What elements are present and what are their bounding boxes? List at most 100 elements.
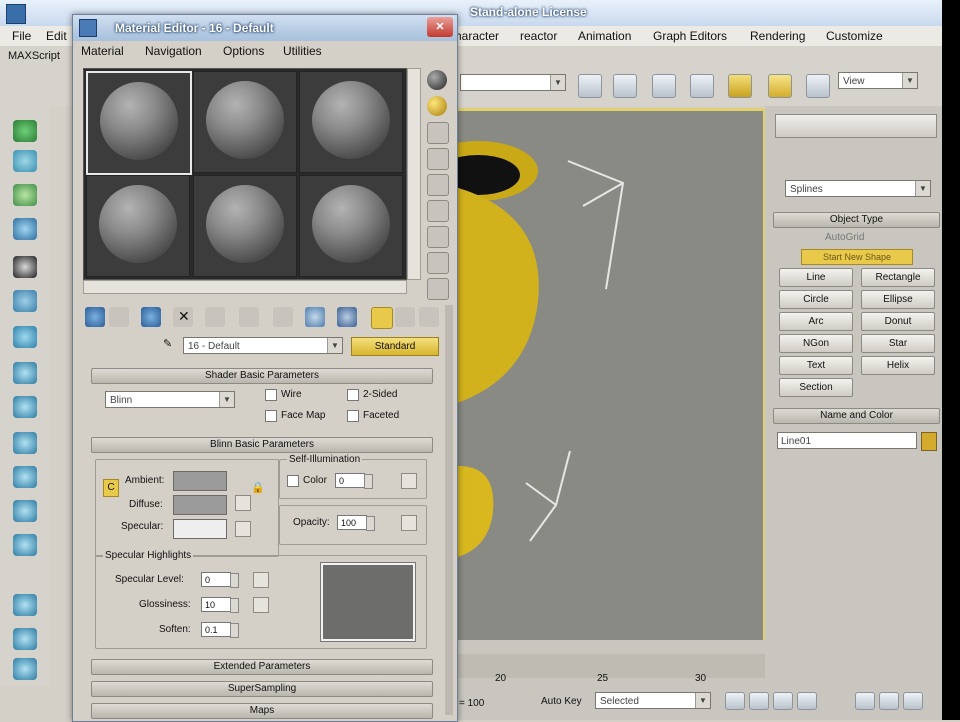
tool-icon-16[interactable] — [13, 658, 37, 680]
assign-material-icon[interactable] — [141, 307, 161, 327]
show-end-result-icon[interactable] — [337, 307, 357, 327]
shader-type-dropdown[interactable]: Blinn ▼ — [105, 391, 235, 408]
lock-icon[interactable]: 🔒 — [251, 481, 267, 497]
diffuse-color-swatch[interactable] — [173, 495, 227, 515]
spline-shape-2[interactable] — [525, 450, 571, 507]
mirror-icon[interactable] — [652, 74, 676, 98]
eyedropper-icon[interactable]: ✎ — [163, 337, 179, 353]
align-icon[interactable] — [690, 74, 714, 98]
shapes-icon[interactable] — [13, 150, 37, 172]
self-illumination-map-button[interactable] — [401, 473, 417, 489]
blinn-basic-rollout[interactable]: Blinn Basic Parameters — [91, 437, 433, 453]
menu-graph-editors[interactable]: Graph Editors — [653, 29, 727, 43]
prev-frame-icon[interactable] — [749, 692, 769, 710]
sample-slot-4[interactable] — [86, 175, 190, 277]
create-geometry-icon[interactable] — [13, 120, 37, 142]
self-illumination-spinner[interactable]: 0 — [335, 473, 373, 489]
video-color-check-icon[interactable] — [427, 174, 449, 196]
sample-slot-5[interactable] — [193, 175, 297, 277]
glossiness-spinner[interactable]: 10 — [201, 597, 239, 613]
object-name-field[interactable]: Line01 — [777, 432, 917, 449]
material-navigator-icon[interactable] — [427, 278, 449, 300]
sample-slot-2[interactable] — [193, 71, 297, 173]
make-preview-icon[interactable] — [427, 200, 449, 222]
snap-toggle-icon[interactable] — [613, 74, 637, 98]
next-frame-icon[interactable] — [797, 692, 817, 710]
object-type-rollout[interactable]: Object Type — [773, 212, 940, 228]
menu-customize[interactable]: Customize — [826, 29, 883, 43]
material-editor-scrollbar[interactable] — [445, 305, 453, 715]
tool-icon-12[interactable] — [13, 500, 37, 522]
opacity-map-button[interactable] — [401, 515, 417, 531]
menu-character[interactable]: haracter — [455, 29, 499, 43]
close-icon[interactable]: ✕ — [427, 17, 453, 37]
maxscript-label[interactable]: MAXScript — [8, 50, 60, 62]
selection-set-dropdown[interactable]: ▼ — [460, 74, 566, 91]
me-menu-utilities[interactable]: Utilities — [283, 44, 322, 58]
sample-slot-3[interactable] — [299, 71, 403, 173]
go-forward-to-sibling-icon[interactable] — [395, 307, 415, 327]
go-to-parent-icon[interactable] — [371, 307, 393, 329]
specular-map-button[interactable] — [235, 521, 251, 537]
specular-level-map-button[interactable] — [253, 572, 269, 588]
material-editor-toolbar-icon[interactable] — [728, 74, 752, 98]
autogrid-label[interactable]: AutoGrid — [825, 232, 864, 243]
reset-map-icon[interactable]: ✕ — [173, 307, 193, 327]
helix-button[interactable]: Helix — [861, 356, 935, 375]
put-to-library-icon[interactable] — [239, 307, 259, 327]
backlight-icon[interactable] — [427, 96, 447, 116]
extended-parameters-rollout[interactable]: Extended Parameters — [91, 659, 433, 675]
uv-tiling-icon[interactable] — [427, 148, 449, 170]
me-menu-options[interactable]: Options — [223, 44, 264, 58]
space-warps-icon[interactable] — [13, 290, 37, 312]
shader-basic-rollout[interactable]: Shader Basic Parameters — [91, 368, 433, 384]
lights-icon[interactable] — [13, 184, 37, 206]
lock-ambient-diffuse-button[interactable]: C — [103, 479, 119, 497]
quick-render-icon[interactable] — [806, 74, 830, 98]
reference-coordinate-dropdown[interactable]: View ▼ — [838, 72, 918, 89]
tool-icon-14[interactable] — [13, 594, 37, 616]
zoom-all-icon[interactable] — [879, 692, 899, 710]
start-new-shape-toggle[interactable]: Start New Shape — [801, 249, 913, 265]
tool-icon-9[interactable] — [13, 396, 37, 418]
put-to-scene-icon[interactable] — [109, 307, 129, 327]
render-setup-icon[interactable] — [768, 74, 792, 98]
glossiness-map-button[interactable] — [253, 597, 269, 613]
systems-icon[interactable] — [13, 326, 37, 348]
command-panel-tabs[interactable] — [775, 114, 937, 138]
material-type-button[interactable]: Standard — [351, 337, 439, 356]
two-sided-checkbox[interactable] — [347, 389, 359, 401]
soften-spinner[interactable]: 0.1 — [201, 622, 239, 638]
pick-material-icon[interactable] — [419, 307, 439, 327]
shape-category-dropdown[interactable]: Splines ▼ — [785, 180, 931, 197]
play-icon[interactable] — [773, 692, 793, 710]
self-illumination-color-checkbox[interactable] — [287, 475, 299, 487]
ellipse-button[interactable]: Ellipse — [861, 290, 935, 309]
menu-reactor[interactable]: reactor — [520, 29, 557, 43]
faceted-checkbox[interactable] — [347, 410, 359, 422]
select-and-manipulate-icon[interactable] — [578, 74, 602, 98]
sample-slot-6[interactable] — [299, 175, 403, 277]
helpers-icon[interactable] — [13, 256, 37, 278]
material-effects-channel-icon[interactable] — [273, 307, 293, 327]
specular-level-spinner[interactable]: 0 — [201, 572, 239, 588]
face-map-checkbox[interactable] — [265, 410, 277, 422]
wire-checkbox[interactable] — [265, 389, 277, 401]
object-color-swatch[interactable] — [921, 432, 937, 451]
menu-edit[interactable]: Edit — [46, 29, 67, 43]
spline-shape-1[interactable] — [567, 160, 625, 290]
orbit-icon[interactable] — [903, 692, 923, 710]
circle-button[interactable]: Circle — [779, 290, 853, 309]
menu-animation[interactable]: Animation — [578, 29, 631, 43]
create-category-icons[interactable] — [775, 146, 935, 166]
me-menu-navigation[interactable]: Navigation — [145, 44, 202, 58]
material-name-field[interactable]: 16 - Default ▼ — [183, 337, 343, 354]
select-by-material-icon[interactable] — [427, 252, 449, 274]
tool-icon-10[interactable] — [13, 432, 37, 454]
background-icon[interactable] — [427, 122, 449, 144]
tool-icon-11[interactable] — [13, 466, 37, 488]
ambient-color-swatch[interactable] — [173, 471, 227, 491]
me-menu-material[interactable]: Material — [81, 44, 124, 58]
tool-icon-15[interactable] — [13, 628, 37, 650]
sample-type-sphere-icon[interactable] — [427, 70, 447, 90]
